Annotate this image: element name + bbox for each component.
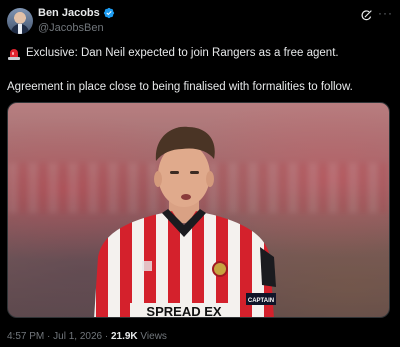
meta-separator: ·	[44, 331, 54, 342]
tweet-meta: 4:57 PM · Jul 1, 2026 · 21.9K Views	[7, 331, 167, 342]
meta-separator: ·	[102, 331, 111, 342]
avatar[interactable]	[7, 8, 33, 34]
armband-text: CAPTAIN	[248, 298, 274, 304]
views-count: 21.9K	[110, 331, 138, 342]
display-name[interactable]: Ben Jacobs	[38, 7, 100, 19]
tweet-text-line-1: Exclusive: Dan Neil expected to join Ran…	[7, 46, 394, 60]
tweet-date[interactable]: Jul 1, 2026	[53, 331, 102, 342]
tweet[interactable]: Ben Jacobs @JacobsBen ··· Exclusive: Dan…	[0, 0, 400, 347]
tweet-text-exclusive: Exclusive: Dan Neil expected to join Ran…	[26, 47, 339, 59]
player-photo: SPREAD EX CAPTAIN	[94, 126, 276, 318]
tweet-photo[interactable]: SPREAD EX CAPTAIN	[7, 102, 390, 318]
author-handle[interactable]: @JacobsBen	[38, 22, 104, 34]
tweet-time[interactable]: 4:57 PM	[7, 331, 44, 342]
sponsor-text: SPREAD EX	[146, 304, 221, 318]
views-label: Views	[137, 331, 167, 342]
police-light-emoji-icon	[7, 47, 21, 60]
grok-icon[interactable]	[360, 9, 373, 22]
more-options-icon[interactable]: ···	[378, 6, 393, 20]
author-name-row[interactable]: Ben Jacobs	[38, 7, 115, 19]
verified-badge-icon	[103, 7, 114, 19]
tweet-text-line-2: Agreement in place close to being finali…	[7, 81, 353, 93]
